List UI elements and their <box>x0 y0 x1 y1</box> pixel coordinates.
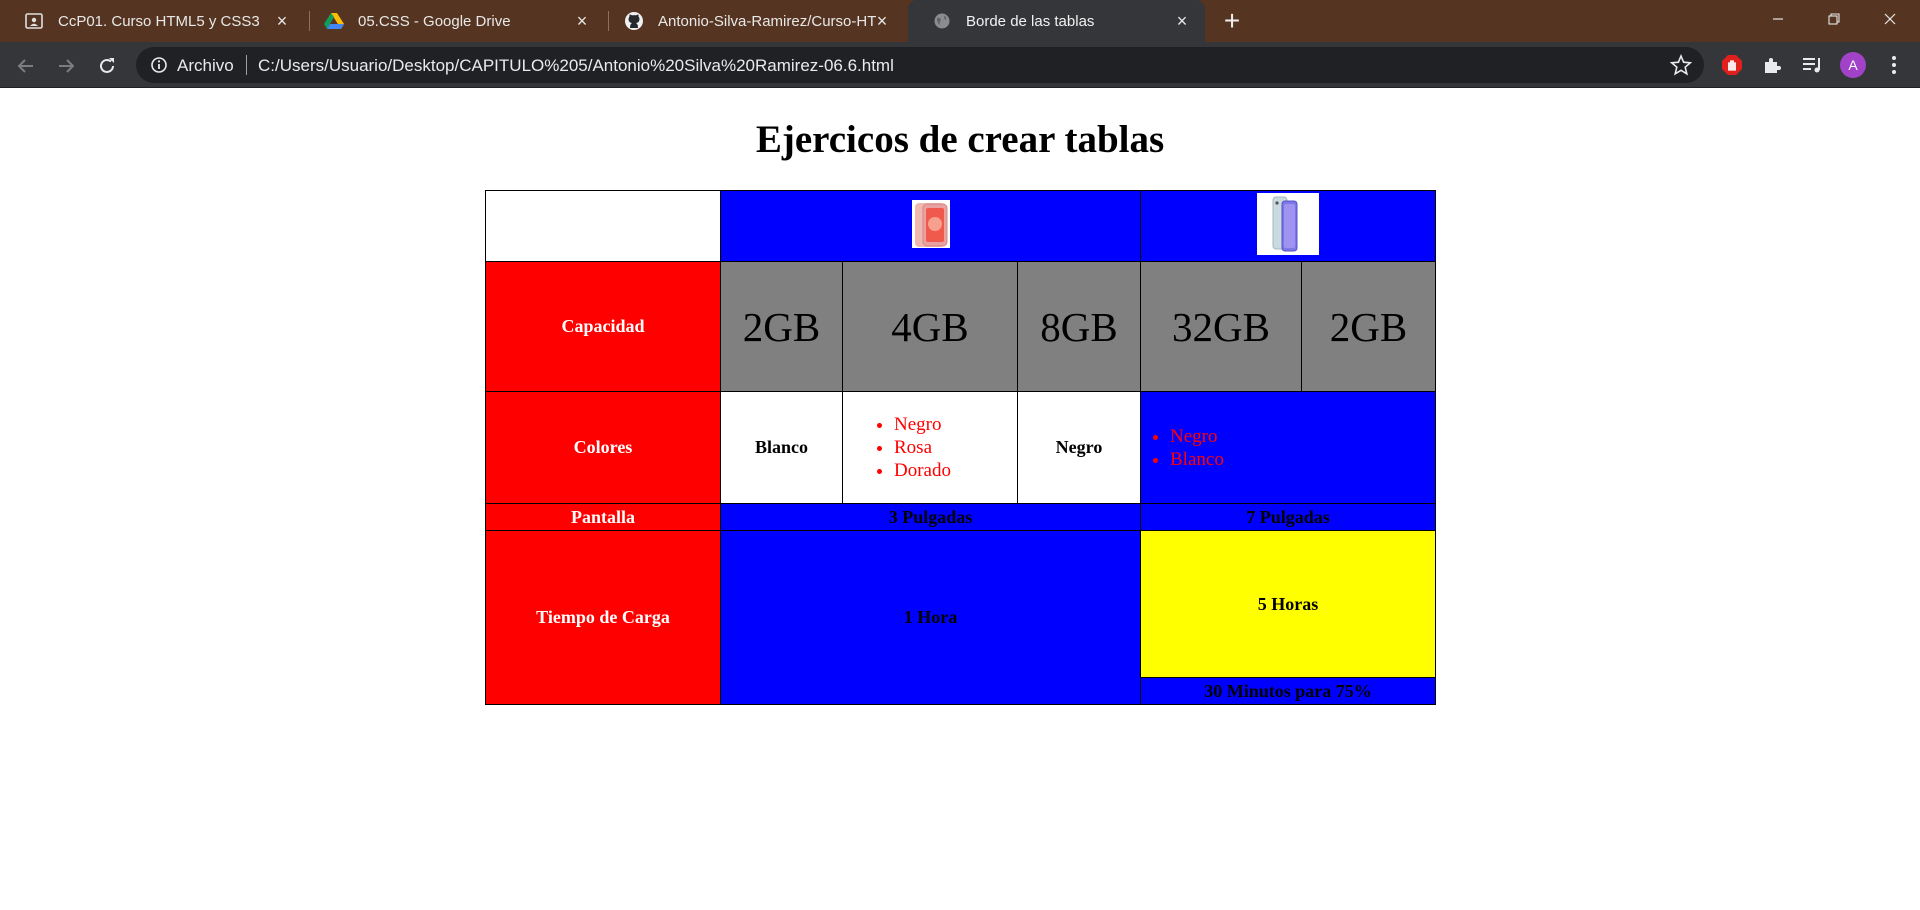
color-cell-negro: Negro <box>1017 391 1141 504</box>
menu-kebab-icon[interactable] <box>1882 53 1906 77</box>
address-divider <box>246 55 247 75</box>
profile-avatar[interactable]: A <box>1840 52 1866 78</box>
tab-title: CcP01. Curso HTML5 y CSS3 <box>58 12 260 30</box>
charge-cell-phone-1: 1 Hora <box>720 530 1141 705</box>
phone-2-image-cell <box>1140 190 1436 262</box>
screen-cell-phone-1: 3 Pulgadas <box>720 503 1141 531</box>
close-tab-icon[interactable]: × <box>573 12 591 30</box>
reload-button[interactable] <box>91 50 123 82</box>
close-tab-icon[interactable]: × <box>873 12 891 30</box>
table-row-carga: Tiempo de Carga 1 Hora 5 Horas <box>485 530 1436 705</box>
table-row-pantalla: Pantalla 3 Pulgadas 7 Pulgadas <box>485 503 1436 531</box>
color-cell-blanco: Blanco <box>720 391 843 504</box>
browser-toolbar: Archivo C:/Users/Usuario/Desktop/CAPITUL… <box>0 42 1920 88</box>
phone-1-image <box>908 197 953 250</box>
capacity-cell: 2GB <box>1301 261 1436 392</box>
list-item: Negro <box>1170 425 1435 448</box>
info-icon[interactable] <box>150 56 168 74</box>
minimize-button[interactable] <box>1748 0 1808 38</box>
new-tab-button[interactable]: + <box>1218 7 1246 36</box>
tab-github[interactable]: Antonio-Silva-Ramirez/Curso-HT × <box>600 0 905 42</box>
list-item: Blanco <box>1170 448 1435 471</box>
row-label-capacidad: Capacidad <box>485 261 721 392</box>
spec-table: Capacidad 2GB 4GB 8GB 32GB 2GB Colores B… <box>485 190 1436 705</box>
tab-title: Antonio-Silva-Ramirez/Curso-HT <box>658 12 877 30</box>
capacity-cell: 32GB <box>1140 261 1302 392</box>
capacity-cell: 8GB <box>1017 261 1141 392</box>
color-list-cell: Negro Rosa Dorado <box>842 391 1018 504</box>
capacity-cell: 2GB <box>720 261 843 392</box>
tab-title: Borde de las tablas <box>966 12 1095 30</box>
github-icon <box>624 11 644 31</box>
forward-button[interactable] <box>50 50 82 82</box>
address-url[interactable]: C:/Users/Usuario/Desktop/CAPITULO%205/An… <box>258 56 894 76</box>
screen-cell-phone-2: 7 Pulgadas <box>1140 503 1436 531</box>
classroom-icon <box>24 11 44 31</box>
media-queue-icon[interactable] <box>1800 53 1824 77</box>
extensions-puzzle-icon[interactable] <box>1760 53 1784 77</box>
close-window-button[interactable] <box>1860 0 1920 38</box>
charge-note-cell: 30 Minutos para 75% <box>1140 677 1436 705</box>
list-item: Negro <box>894 413 1017 436</box>
phone-2-image <box>1257 192 1319 255</box>
list-item: Dorado <box>894 459 1017 482</box>
close-tab-icon[interactable]: × <box>273 12 291 30</box>
charge-cell-phone-2: 5 Horas <box>1140 530 1436 678</box>
tab-classroom[interactable]: CcP01. Curso HTML5 y CSS3 × <box>0 0 305 42</box>
color-list: Negro Rosa Dorado <box>894 413 1017 482</box>
capacity-cell: 4GB <box>842 261 1018 392</box>
close-tab-icon[interactable]: × <box>1173 12 1191 30</box>
empty-corner-cell <box>485 190 721 262</box>
row-label-carga: Tiempo de Carga <box>485 530 721 705</box>
tab-strip: CcP01. Curso HTML5 y CSS3 × 05.CSS - Goo… <box>0 0 1920 42</box>
table-row-capacidad: Capacidad 2GB 4GB 8GB 32GB 2GB <box>485 261 1436 392</box>
page-content: Ejercicos de crear tablas Capacidad 2GB … <box>0 89 1920 910</box>
row-label-colores: Colores <box>485 391 721 504</box>
bookmark-star-icon[interactable] <box>1669 53 1693 76</box>
back-button[interactable] <box>10 50 42 82</box>
color-list: Negro Blanco <box>1170 425 1435 471</box>
list-item: Rosa <box>894 436 1017 459</box>
address-bar[interactable]: Archivo C:/Users/Usuario/Desktop/CAPITUL… <box>136 47 1704 83</box>
tab-title: 05.CSS - Google Drive <box>358 12 511 30</box>
google-drive-icon <box>324 11 344 31</box>
table-row-colores: Colores Blanco Negro Rosa Dorado Negro N… <box>485 391 1436 504</box>
restore-button[interactable] <box>1804 0 1864 38</box>
table-row-images <box>485 190 1436 262</box>
page-heading: Ejercicos de crear tablas <box>755 118 1165 161</box>
tab-active-borde-tablas[interactable]: Borde de las tablas × <box>908 0 1205 42</box>
tab-google-drive[interactable]: 05.CSS - Google Drive × <box>300 0 605 42</box>
row-label-pantalla: Pantalla <box>485 503 721 531</box>
address-scheme: Archivo <box>177 56 234 75</box>
phone-1-image-cell <box>720 190 1141 262</box>
color-list-cell-phone-2: Negro Blanco <box>1140 391 1436 504</box>
adblock-extension-icon[interactable] <box>1720 53 1744 77</box>
globe-icon <box>932 11 952 31</box>
